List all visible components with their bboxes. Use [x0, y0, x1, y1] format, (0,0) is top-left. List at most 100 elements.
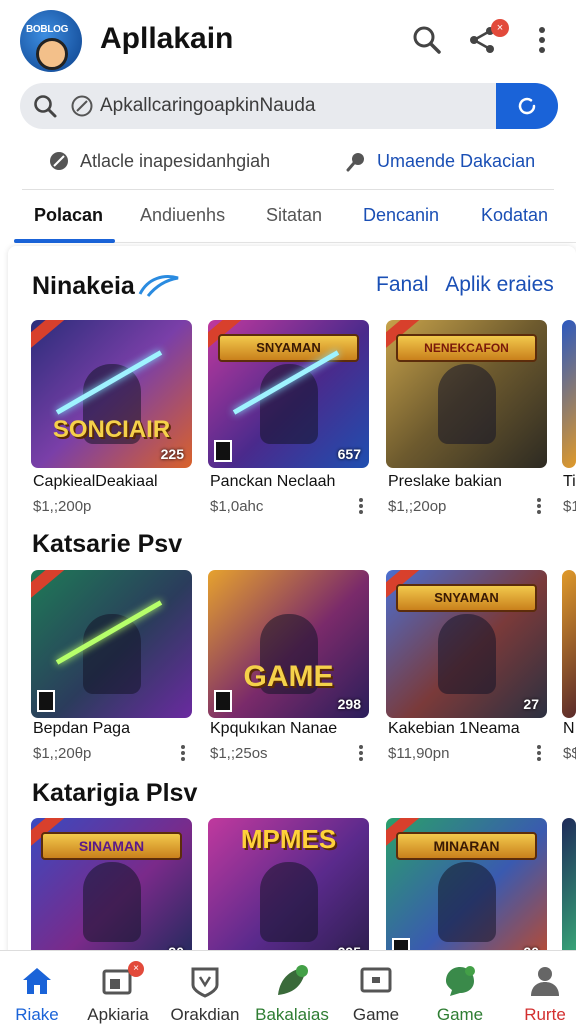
nav-item-game-chat[interactable]: Game — [420, 951, 500, 1024]
game-tile[interactable]: MINARAN 20 — [386, 818, 547, 966]
tab-polacan[interactable]: Polacan — [34, 205, 103, 226]
divider — [22, 189, 554, 190]
suggestion-chip[interactable]: Atlacle inapesidanhgiah — [48, 146, 270, 176]
pencil-circle-icon — [71, 95, 93, 117]
more-options-button[interactable] — [522, 20, 562, 60]
game-name[interactable]: Bepdan Paga — [33, 720, 130, 738]
game-tile[interactable]: NENEKCAFON — [386, 320, 547, 468]
logo-text: BOBLOG — [26, 24, 69, 35]
tile-banner: SNYAMAN — [218, 334, 359, 362]
tab-dencanin[interactable]: Dencanin — [363, 205, 439, 226]
nav-label: Rurte — [524, 1005, 566, 1024]
search-icon — [413, 26, 441, 54]
section-link-fanal[interactable]: Fanal — [376, 273, 429, 296]
bottom-navigation: Riake × Apkiaria Orakdian Bakalaias Game — [0, 950, 576, 1024]
game-price: $1,;20op — [388, 498, 447, 515]
game-tile[interactable]: SNYAMAN 27 — [386, 570, 547, 718]
shield-icon — [191, 967, 219, 998]
game-name[interactable]: Panckan Neclaah — [210, 473, 335, 491]
tab-bar: Polacan Andiuenhs Sitatan Dencanin Kodat… — [14, 195, 576, 243]
person-icon — [531, 967, 559, 996]
hero-figure — [83, 614, 141, 694]
leaf-icon — [278, 965, 308, 995]
section-link-aplik[interactable]: Aplik eraies — [445, 273, 554, 296]
app-header: BOBLOG Apllakain × — [0, 0, 576, 80]
pencil-icon — [50, 152, 68, 170]
hero-figure — [438, 364, 496, 444]
suggestion-label: Umaende Dakacian — [377, 150, 536, 171]
game-name[interactable]: Kakebian 1Neama — [388, 720, 520, 738]
logo-character — [36, 38, 68, 70]
suggestion-label: Atlacle inapesidanhgiah — [80, 150, 271, 171]
section-links: Fanal Aplik eraies — [376, 273, 566, 297]
tile-banner: SNYAMAN — [396, 584, 537, 612]
game-price: $1,;25os — [210, 745, 268, 762]
tile-banner: NENEKCAFON — [396, 334, 537, 362]
nav-label: Orakdian — [170, 1005, 240, 1024]
nav-item-orakdian[interactable]: Orakdian — [165, 951, 245, 1024]
tile-banner: MINARAN — [396, 832, 537, 860]
more-vert-icon[interactable] — [177, 743, 189, 763]
more-vert-icon — [539, 27, 545, 53]
notification-badge: × — [128, 961, 144, 977]
nav-label: Bakalaias — [255, 1005, 329, 1024]
hero-figure — [438, 614, 496, 694]
more-vert-icon[interactable] — [355, 743, 367, 763]
nav-label: Riake — [15, 1005, 59, 1024]
tv-icon — [360, 967, 392, 993]
hero-figure — [260, 862, 318, 942]
game-price: $1,0ahc — [210, 498, 264, 515]
tile-banner: SINAMAN — [41, 832, 182, 860]
game-name[interactable]: Preslake bakian — [388, 473, 502, 491]
game-tile[interactable]: SONCIAIR 225 — [31, 320, 192, 468]
section-title: Katsarie Psv — [32, 530, 183, 558]
search-submit-button[interactable] — [496, 83, 558, 129]
search-icon — [34, 95, 57, 118]
tab-kodatan[interactable]: Kodatan — [481, 205, 548, 226]
more-vert-icon[interactable] — [533, 496, 545, 516]
tab-andiuenhs[interactable]: Andiuenhs — [140, 205, 225, 226]
game-tile[interactable]: GAME 298 — [208, 570, 369, 718]
game-tile[interactable] — [31, 570, 192, 718]
tile-title-art: GAME — [243, 660, 334, 693]
game-tile[interactable] — [562, 570, 576, 718]
age-rating-icon — [214, 440, 232, 462]
app-logo[interactable]: BOBLOG — [20, 10, 82, 72]
game-tile[interactable]: MPMES 295 — [208, 818, 369, 966]
game-tile[interactable]: SINAMAN 30 — [31, 818, 192, 966]
game-price: $1,;200p — [33, 498, 92, 515]
share-badge: × — [491, 19, 509, 37]
game-tile[interactable] — [562, 818, 576, 966]
game-name[interactable]: Kpqukıkan Nanae — [210, 720, 337, 738]
nav-item-home[interactable]: Riake — [0, 951, 77, 1024]
game-price: $1 — [563, 498, 576, 515]
rating-badge: 27 — [523, 696, 539, 712]
search-input[interactable] — [100, 83, 490, 129]
game-name[interactable]: Ti — [563, 473, 576, 491]
app-title: Apllakain — [100, 22, 234, 55]
game-tile[interactable] — [562, 320, 576, 468]
more-vert-icon[interactable] — [355, 496, 367, 516]
nav-item-profile[interactable]: Rurte — [505, 951, 576, 1024]
nav-item-apps[interactable]: × Apkiaria — [78, 951, 158, 1024]
tab-sitatan[interactable]: Sitatan — [266, 205, 322, 226]
nav-item-bakalaias[interactable]: Bakalaias — [252, 951, 332, 1024]
nav-item-game[interactable]: Game — [336, 951, 416, 1024]
swoosh-icon — [138, 275, 179, 297]
tile-title-art: SONCIAIR — [52, 416, 171, 443]
pin-icon — [346, 153, 364, 172]
home-icon — [23, 968, 51, 994]
more-vert-icon[interactable] — [533, 743, 545, 763]
game-price: $$ — [563, 745, 576, 762]
rating-badge: 225 — [160, 446, 184, 462]
game-price: $11,90pn — [388, 745, 450, 762]
corner-ribbon — [31, 570, 66, 601]
game-name[interactable]: Nı — [563, 720, 576, 738]
suggestion-chip[interactable]: Umaende Dakacian — [345, 146, 535, 176]
game-name[interactable]: CapkiealDeakiaal — [33, 473, 158, 491]
game-tile[interactable]: SNYAMAN 657 — [208, 320, 369, 468]
rating-badge: 298 — [337, 696, 361, 712]
search-button[interactable] — [407, 20, 447, 60]
chat-icon — [446, 966, 475, 996]
age-rating-icon — [37, 690, 55, 712]
